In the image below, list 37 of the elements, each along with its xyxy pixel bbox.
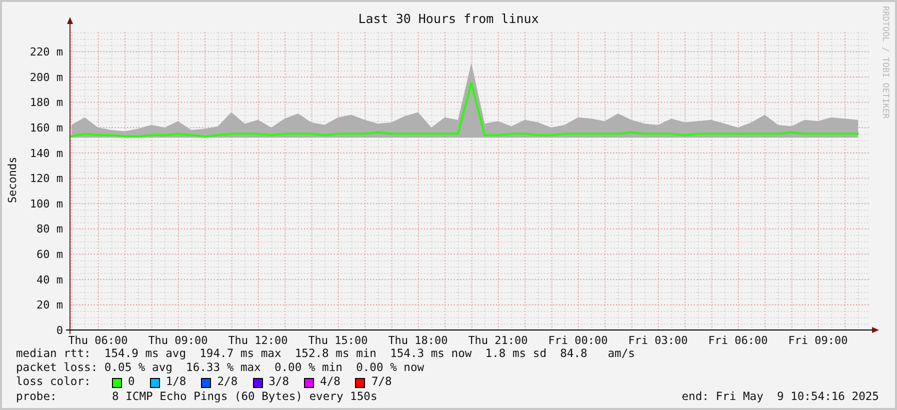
y-tick-label: 200 m [30,70,63,84]
y-tick-label: 140 m [30,146,63,160]
loss-color-label: loss color: [16,375,92,390]
probe-label: probe: [16,390,58,404]
legend-label: 0 [128,375,135,390]
y-tick-label: 0 [56,324,63,337]
x-tick-label: Thu 15:00 [308,334,368,347]
x-tick-label: Fri 03:00 [628,334,688,347]
y-tick-label: 60 m [36,248,63,262]
probe-text: 8 ICMP Echo Pings (60 Bytes) every 150s [112,390,378,404]
credit-text: RRDTOOL / TOBI OETIKER [880,6,889,119]
y-tick-label: 120 m [30,172,63,186]
legend-label: 3/8 [268,375,290,390]
x-tick-label: Thu 09:00 [148,334,208,347]
legend-label: 4/8 [320,375,340,390]
y-tick-label: 160 m [30,121,63,134]
x-tick-label: Fri 00:00 [548,334,608,347]
x-tick-label: Fri 09:00 [788,334,848,347]
x-tick-label: Thu 12:00 [228,334,288,347]
y-tick-label: 220 m [30,46,63,59]
legend-label: 2/8 [217,375,238,390]
y-tick-label: 20 m [36,298,63,312]
y-tick-label: 100 m [30,197,63,210]
stats-line: packet loss: 0.05 % avg 16.33 % max 0.00 % min 0.00 % now [16,361,426,376]
x-tick-label: Thu 06:00 [68,334,128,347]
y-tick-label: 80 m [36,222,63,236]
y-tick-label: 180 m [30,96,63,110]
legend-label: 7/8 [371,375,392,390]
y-tick-label: 40 m [36,273,63,286]
y-axis-label: Seconds [6,156,19,204]
end-time: end: Fri May 9 10:54:16 2025 [682,390,879,404]
legend-label: 1/8 [166,375,186,390]
stats-line: median rtt: 154.9 ms avg 194.7 ms max 152.8 ms min 154.3 ms now 1.8 ms sd 84.8 am/s [16,347,636,362]
x-tick-label: Thu 18:00 [388,334,448,347]
graph-title: Last 30 Hours from linux [358,11,539,28]
x-tick-label: Fri 06:00 [708,334,768,347]
x-tick-label: Thu 21:00 [468,334,528,347]
